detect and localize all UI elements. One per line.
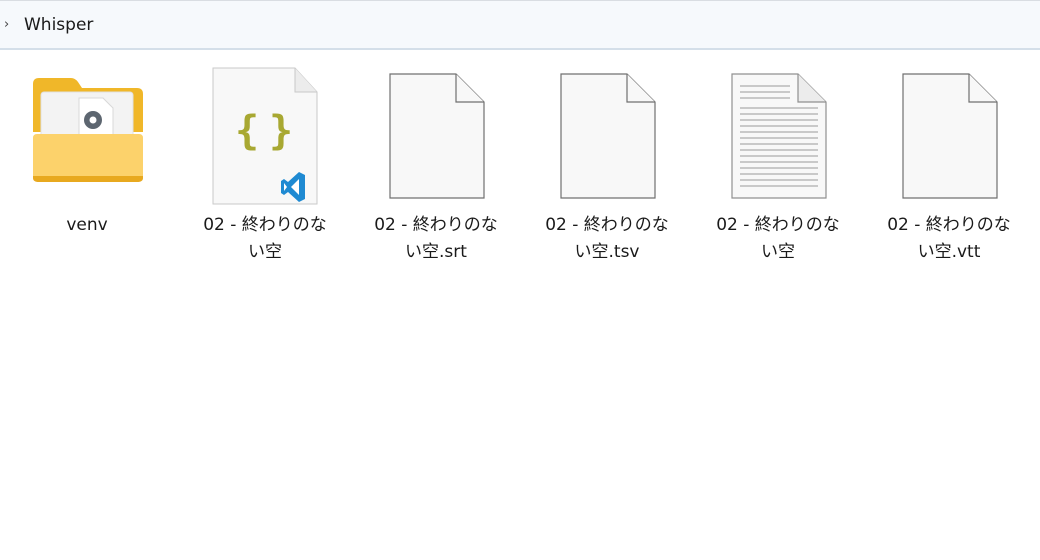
file-item-tsv[interactable]: 02 - 終わりのない空.tsv	[537, 62, 677, 272]
vscode-json-file-icon: { }	[205, 62, 325, 208]
svg-text:}: }	[269, 108, 293, 154]
file-name: 02 - 終わりのない空.tsv	[545, 215, 669, 262]
file-name: venv	[66, 215, 108, 235]
text-file-icon	[718, 62, 838, 208]
blank-file-icon	[547, 62, 667, 208]
file-grid: venv { } 02 - 終わりのない空 02 - 終わりのない空.srt 0…	[0, 50, 1040, 560]
svg-text:{: {	[235, 108, 259, 154]
file-item-vtt[interactable]: 02 - 終わりのない空.vtt	[879, 62, 1019, 272]
folder-icon	[27, 62, 147, 208]
chevron-right-icon[interactable]: ›	[4, 17, 9, 32]
file-name: 02 - 終わりのない空	[716, 215, 840, 262]
blank-file-icon	[889, 62, 1009, 208]
file-name: 02 - 終わりのない空.vtt	[887, 215, 1011, 262]
file-item-srt[interactable]: 02 - 終わりのない空.srt	[366, 62, 506, 272]
file-item-venv[interactable]: venv	[17, 62, 157, 272]
file-item-txt[interactable]: 02 - 終わりのない空	[708, 62, 848, 272]
file-name: 02 - 終わりのない空.srt	[374, 215, 498, 262]
file-name: 02 - 終わりのない空	[203, 215, 327, 262]
file-item-json[interactable]: { } 02 - 終わりのない空	[195, 62, 335, 272]
breadcrumb-folder-whisper[interactable]: Whisper	[24, 15, 93, 35]
breadcrumb: › Whisper	[0, 0, 1040, 50]
blank-file-icon	[376, 62, 496, 208]
